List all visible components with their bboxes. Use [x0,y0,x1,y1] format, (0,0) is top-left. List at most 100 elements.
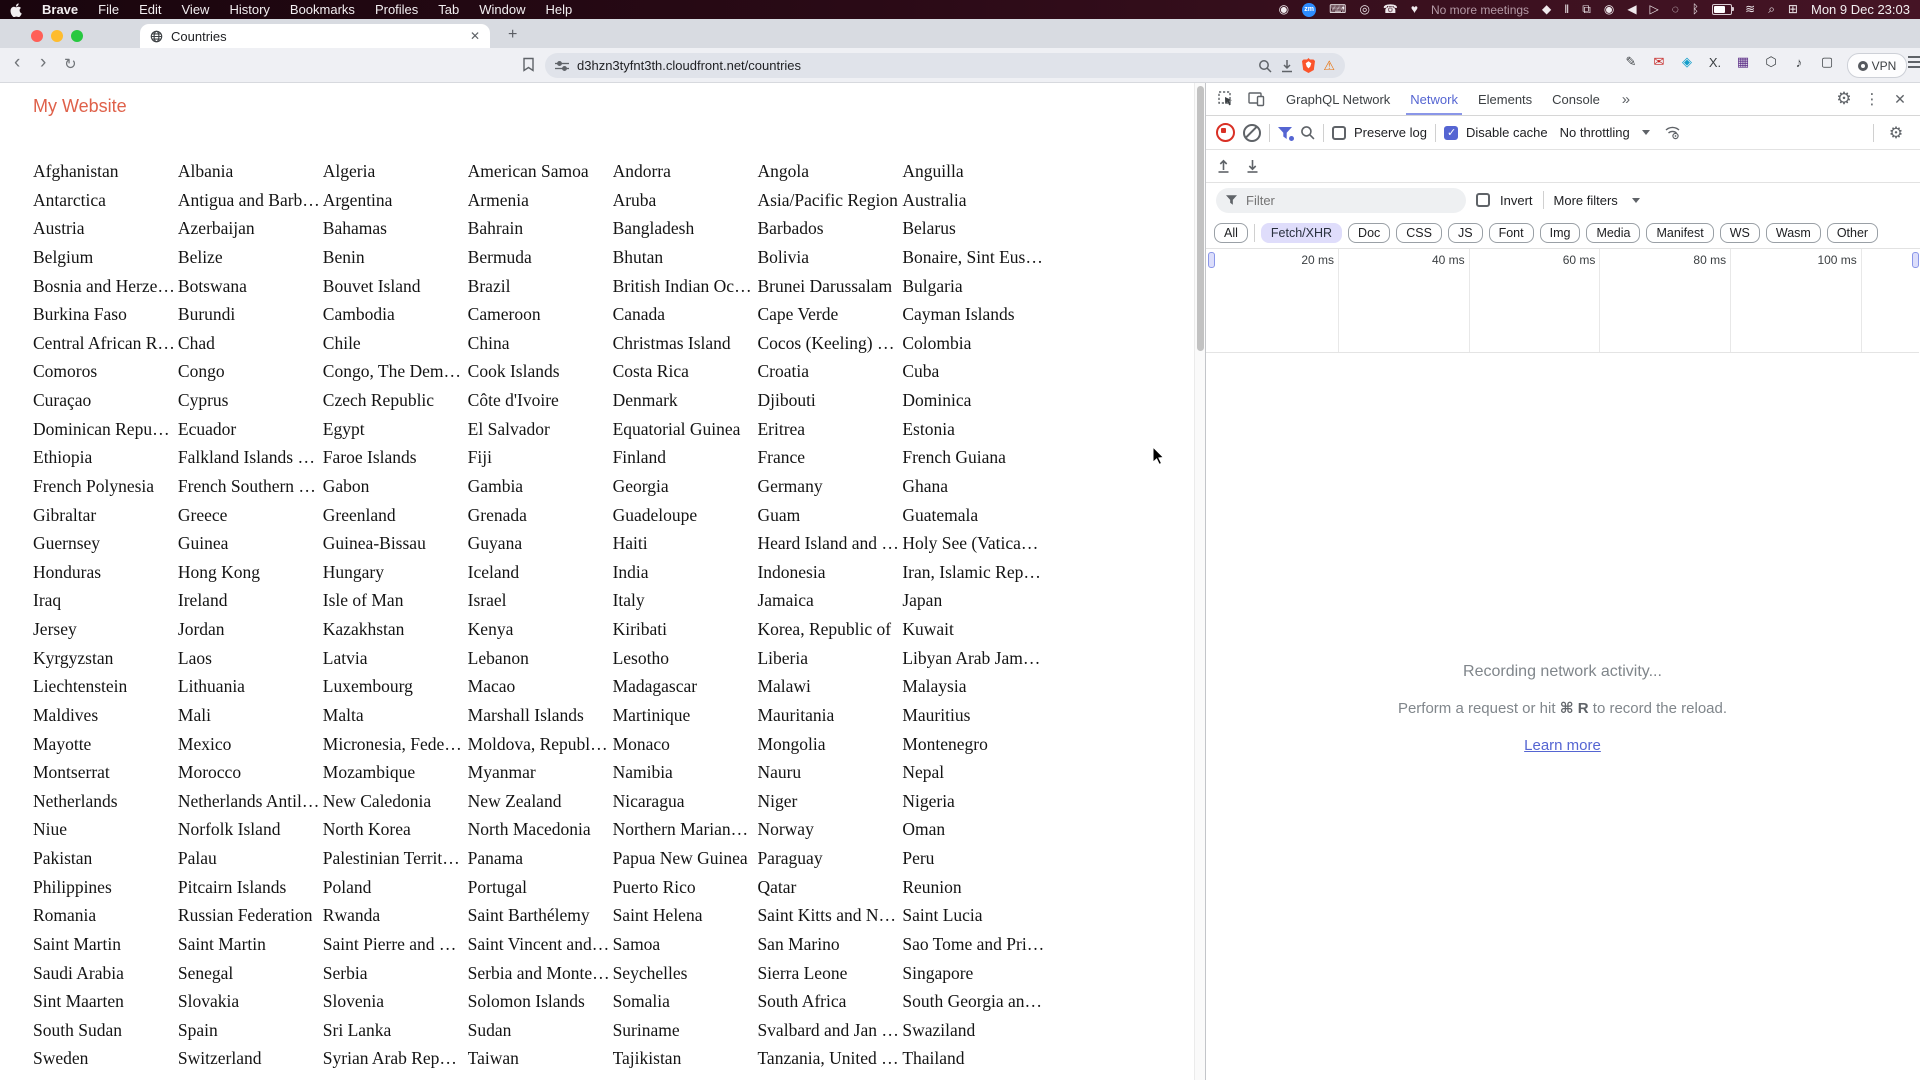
request-filter-chip-js[interactable]: JS [1447,222,1483,243]
scrollbar-thumb[interactable] [1197,86,1204,351]
disable-cache-label[interactable]: Disable cache [1466,125,1548,140]
control-center-icon[interactable]: ⊞ [1788,0,1798,19]
request-filter-chip-other[interactable]: Other [1826,222,1879,243]
search-zoom-icon[interactable] [1258,59,1272,73]
phone-icon[interactable]: ☎ [1383,0,1398,19]
record-network-log-button[interactable] [1216,123,1235,142]
devtools-tab-console[interactable]: Console [1542,83,1610,115]
music-icon[interactable]: ♪ [1790,55,1808,70]
import-har-icon[interactable] [1216,158,1231,174]
request-filter-chip-css[interactable]: CSS [1396,222,1442,243]
disable-cache-checkbox[interactable] [1443,125,1458,140]
request-filter-chip-manifest[interactable]: Manifest [1646,222,1714,243]
request-filter-chip-all[interactable]: All [1214,222,1248,243]
window-close-button[interactable] [31,30,43,42]
devtools-tab-elements[interactable]: Elements [1468,83,1542,115]
network-conditions-icon[interactable] [1664,125,1682,140]
x-extension-icon[interactable]: X. [1706,55,1724,70]
bluetooth-icon[interactable]: ᛒ [1692,0,1699,19]
request-filter-chip-font[interactable]: Font [1488,222,1534,243]
menu-bar-item-tab[interactable]: Tab [438,2,459,17]
request-filter-chip-wasm[interactable]: Wasm [1765,222,1821,243]
stop-record-icon[interactable]: ◉ [1279,0,1289,19]
apple-menu-icon[interactable] [10,2,22,17]
request-filter-chip-img[interactable]: Img [1539,222,1581,243]
menu-bar-item-bookmarks[interactable]: Bookmarks [290,2,355,17]
meeting-status-text[interactable]: No more meetings [1431,3,1529,17]
more-tabs-button[interactable]: » [1612,86,1640,112]
play-circle-icon[interactable]: ▷ [1650,0,1659,19]
clear-network-log-button[interactable] [1243,123,1261,142]
address-bar[interactable]: d3hzn3tyfnt3th.cloudfront.net/countries … [545,53,1345,78]
devtools-kebab-menu-icon[interactable]: ⋮ [1858,86,1886,112]
menu-bar-item-profiles[interactable]: Profiles [375,2,418,17]
menu-bar-item-brave[interactable]: Brave [42,2,78,17]
forward-button[interactable]: › [40,52,46,74]
grid-extension-icon[interactable]: ▦ [1734,54,1752,70]
devtools-settings-gear-icon[interactable]: ⚙ [1830,86,1858,112]
download-icon[interactable] [1280,59,1294,73]
back-button[interactable]: ‹ [14,52,20,74]
search-icon[interactable]: ⌕ [1768,0,1775,19]
browser-menu-button[interactable] [1908,56,1920,71]
heart-icon[interactable]: ♥ [1411,0,1418,19]
warning-triangle-icon[interactable]: ⚠ [1323,58,1335,74]
pause-icon[interactable]: ‖ [1564,0,1569,19]
throttling-select[interactable]: No throttling [1560,125,1630,140]
timeline-handle-right[interactable] [1912,252,1919,268]
page-scrollbar[interactable] [1194,83,1205,1080]
timeline-handle-left[interactable] [1208,252,1215,268]
invert-label[interactable]: Invert [1500,193,1533,208]
volume-icon[interactable]: ◀ [1627,0,1636,19]
site-settings-icon[interactable] [555,60,569,72]
filter-funnel-icon[interactable] [1278,126,1294,141]
network-timeline-overview[interactable]: 20 ms 40 ms 60 ms 80 ms 100 ms [1206,249,1919,353]
window-minimize-button[interactable] [51,30,63,42]
user-circle-icon[interactable]: ◌ [1672,0,1679,19]
ethereum-icon[interactable]: ◆ [1542,0,1551,19]
devtools-tab-network[interactable]: Network [1400,83,1468,115]
camera-icon[interactable]: ◎ [1359,0,1369,19]
reading-list-bookmark-icon[interactable] [522,57,535,77]
display-icon[interactable]: ⧉ [1582,0,1591,19]
menu-bar-item-help[interactable]: Help [546,2,573,17]
network-search-icon[interactable] [1300,125,1315,140]
export-har-icon[interactable] [1245,158,1260,174]
request-filter-chip-ws[interactable]: WS [1719,222,1760,243]
vpn-button[interactable]: VPN [1847,53,1907,78]
window-maximize-button[interactable] [71,30,83,42]
preserve-log-checkbox[interactable] [1332,125,1346,140]
network-filter-input[interactable] [1244,191,1428,209]
keyboard-icon[interactable]: ⌨ [1329,0,1346,19]
reload-button[interactable]: ↻ [64,55,77,73]
zoom-app-icon[interactable]: zm [1302,2,1317,17]
more-filters-button[interactable]: More filters [1554,193,1618,208]
devtools-close-icon[interactable]: ✕ [1886,86,1914,112]
devtools-tab-graphql-network[interactable]: GraphQL Network [1276,83,1400,115]
request-filter-chip-media[interactable]: Media [1586,222,1641,243]
window-extension-icon[interactable]: ▢ [1818,54,1836,70]
menu-bar-item-history[interactable]: History [229,2,269,17]
inspect-element-icon[interactable] [1212,86,1240,112]
request-filter-chip-doc[interactable]: Doc [1348,222,1391,243]
new-tab-button[interactable]: + [508,27,517,43]
react-devtools-icon[interactable]: ◈ [1678,54,1696,70]
network-settings-gear-icon[interactable]: ⚙ [1882,120,1910,146]
network-filter-field[interactable] [1216,187,1466,213]
device-toolbar-icon[interactable] [1242,86,1270,112]
menu-bar-clock[interactable]: Mon 9 Dec 23:03 [1811,2,1910,17]
url-text[interactable]: d3hzn3tyfnt3th.cloudfront.net/countries [577,58,1250,73]
request-filter-chip-fetch-xhr[interactable]: Fetch/XHR [1260,222,1343,243]
target-icon[interactable]: ◉ [1604,0,1614,19]
preserve-log-label[interactable]: Preserve log [1354,125,1427,140]
learn-more-link[interactable]: Learn more [1524,737,1601,754]
tab-countries[interactable]: Countries ✕ [140,24,490,48]
menu-bar-item-window[interactable]: Window [479,2,525,17]
brave-shield-icon[interactable] [1302,58,1316,73]
invert-checkbox[interactable] [1476,193,1490,207]
mail-icon[interactable]: ✉ [1650,54,1668,70]
menu-bar-item-edit[interactable]: Edit [139,2,161,17]
tab-close-icon[interactable]: ✕ [470,29,480,43]
menu-bar-item-view[interactable]: View [182,2,210,17]
color-picker-icon[interactable]: ✎ [1622,54,1640,70]
